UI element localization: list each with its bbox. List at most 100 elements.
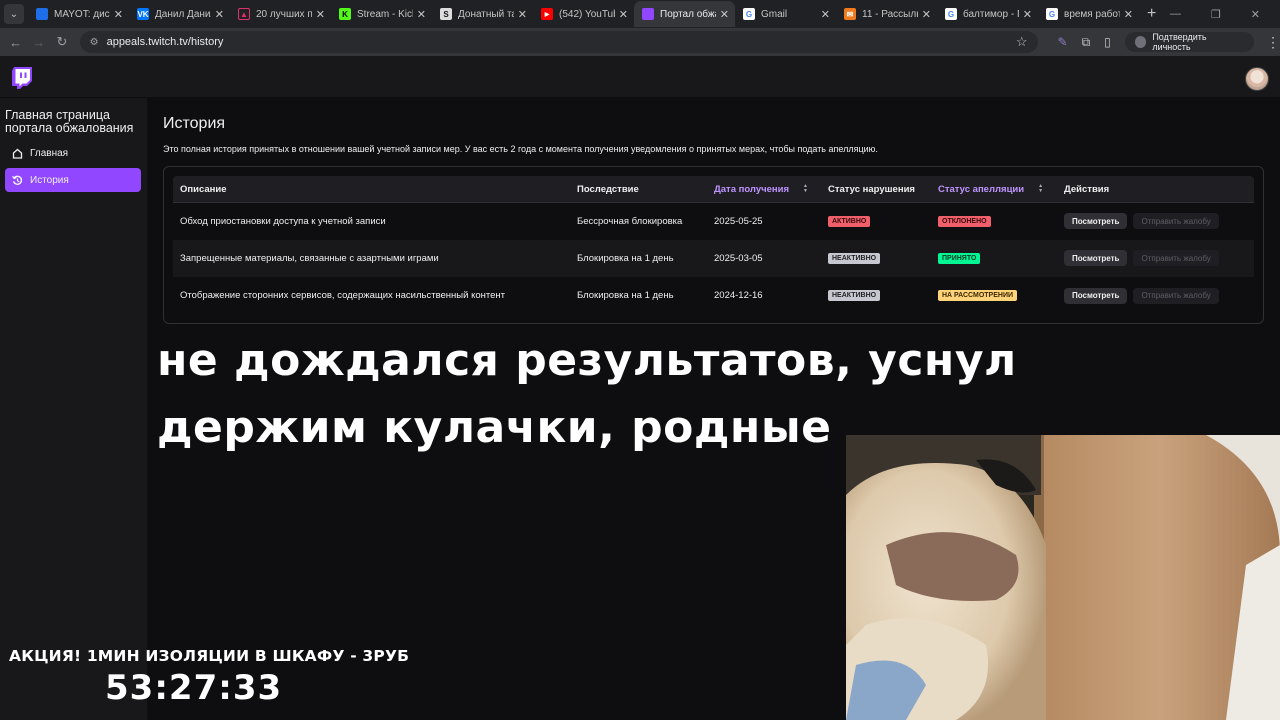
col-header-violation-status: Статус нарушения bbox=[828, 183, 915, 195]
tab-close-icon[interactable]: ✕ bbox=[821, 8, 830, 21]
tab-close-icon[interactable]: ✕ bbox=[922, 8, 931, 21]
table-row: Отображение сторонних сервисов, содержащ… bbox=[173, 277, 1254, 315]
minimize-icon[interactable]: — bbox=[1170, 8, 1181, 21]
violation-status-badge: НЕАКТИВНО bbox=[828, 290, 881, 302]
tab-title: балтимор - По bbox=[963, 8, 1019, 20]
table-row: Обход приостановки доступа к учетной зап… bbox=[173, 202, 1254, 240]
bookmark-star-icon[interactable]: ☆ bbox=[1016, 34, 1028, 50]
twitch-logo-icon[interactable] bbox=[12, 67, 32, 89]
cell-date: 2024-12-16 bbox=[714, 290, 763, 302]
stream-caption-line-2: держим кулачки, родные bbox=[157, 402, 832, 453]
tab-close-icon[interactable]: ✕ bbox=[1124, 8, 1133, 21]
youtube-icon: ▶ bbox=[541, 8, 553, 20]
col-header-description: Описание bbox=[180, 183, 227, 195]
extensions-icon[interactable]: ⧉ bbox=[1082, 35, 1091, 50]
sidebar-item-label: Главная bbox=[30, 147, 69, 159]
verify-label: Подтвердить личность bbox=[1152, 32, 1207, 52]
tab-title: 11 - Рассылки bbox=[862, 8, 918, 20]
violation-status-badge: АКТИВНО bbox=[828, 215, 871, 227]
cell-date: 2025-03-05 bbox=[714, 252, 763, 264]
window-controls: — ❐ ✕ bbox=[1170, 8, 1260, 21]
table-row: Запрещенные материалы, связанные с азарт… bbox=[173, 239, 1254, 277]
browser-tab[interactable]: MAYOT: дискогр ✕ bbox=[28, 1, 129, 27]
tab-favicon-icon bbox=[36, 8, 48, 20]
history-table: Описание Последствие Дата получения ▲ ▼ С… bbox=[173, 176, 1254, 315]
submit-appeal-button[interactable]: Отправить жалобу bbox=[1133, 213, 1219, 230]
cell-consequence: Бессрочная блокировка bbox=[577, 215, 683, 227]
page-title: История bbox=[163, 115, 226, 132]
view-button[interactable]: Посмотреть bbox=[1064, 250, 1128, 267]
tab-title: Донатный тайм bbox=[458, 8, 514, 20]
browser-tab[interactable]: ✉ 11 - Рассылки ✕ bbox=[836, 1, 937, 27]
submit-appeal-button[interactable]: Отправить жалобу bbox=[1133, 287, 1219, 304]
browser-tab[interactable]: ▲ 20 лучших пр ✕ bbox=[230, 1, 331, 27]
browser-tab[interactable]: ▶ (542) YouTube ✕ bbox=[533, 1, 634, 27]
sidebar-item-label: История bbox=[30, 174, 69, 186]
tab-title: Портал обжало bbox=[660, 8, 716, 20]
warning-icon: ▲ bbox=[238, 8, 250, 20]
cell-date: 2025-05-25 bbox=[714, 215, 763, 227]
verify-identity-button[interactable]: Подтвердить личность bbox=[1124, 32, 1254, 52]
browser-tab[interactable]: VK Данил Данилов ✕ bbox=[129, 1, 230, 27]
browser-tab[interactable]: K Stream - Kick ✕ bbox=[331, 1, 432, 27]
sort-icon[interactable]: ▲ ▼ bbox=[1038, 184, 1043, 194]
site-info-icon[interactable]: ⚙ bbox=[90, 37, 99, 48]
cell-description: Запрещенные материалы, связанные с азарт… bbox=[180, 252, 439, 264]
col-header-consequence: Последствие bbox=[577, 183, 639, 195]
appeal-status-badge: ПРИНЯТО bbox=[938, 252, 981, 264]
sidebar-item-history[interactable]: История bbox=[5, 168, 141, 192]
promo-text: АКЦИЯ! 1МИН ИЗОЛЯЦИИ В ШКАФУ - 3РУБ bbox=[9, 647, 410, 665]
tab-close-icon[interactable]: ✕ bbox=[114, 8, 123, 21]
view-button[interactable]: Посмотреть bbox=[1064, 287, 1128, 304]
appeal-status-badge: ОТКЛОНЕНО bbox=[938, 215, 991, 227]
tab-close-icon[interactable]: ✕ bbox=[518, 8, 527, 21]
browser-tab[interactable]: G балтимор - По ✕ bbox=[937, 1, 1038, 27]
twitch-icon bbox=[642, 8, 654, 20]
vk-icon: VK bbox=[137, 8, 149, 20]
sidebar-item-home[interactable]: Главная bbox=[5, 141, 141, 165]
stream-timer: 53:27:33 bbox=[105, 668, 283, 708]
tab-close-icon[interactable]: ✕ bbox=[417, 8, 426, 21]
violation-status-badge: НЕАКТИВНО bbox=[828, 252, 881, 264]
tab-close-icon[interactable]: ✕ bbox=[1023, 8, 1032, 21]
webcam-image bbox=[846, 435, 1280, 720]
browser-tab-strip: ⌄ MAYOT: дискогр ✕ VK Данил Данилов ✕ ▲ … bbox=[0, 0, 1280, 28]
new-tab-icon[interactable]: + bbox=[1147, 5, 1156, 23]
browser-tab[interactable]: S Донатный тайм ✕ bbox=[432, 1, 533, 27]
cell-description: Обход приостановки доступа к учетной зап… bbox=[180, 215, 386, 227]
sidebar-title: Главная страница портала обжалования bbox=[5, 108, 134, 135]
sidepanel-icon[interactable]: ▯ bbox=[1104, 35, 1111, 49]
tab-search-icon[interactable]: ⌄ bbox=[4, 4, 24, 24]
sort-icon[interactable]: ▲ ▼ bbox=[803, 184, 808, 194]
table-header-row: Описание Последствие Дата получения ▲ ▼ С… bbox=[173, 176, 1254, 202]
col-header-date-label: Дата получения bbox=[714, 183, 790, 195]
tab-close-icon[interactable]: ✕ bbox=[720, 8, 729, 21]
col-header-actions: Действия bbox=[1064, 183, 1110, 195]
back-icon[interactable]: ← bbox=[4, 35, 27, 50]
pen-extension-icon[interactable]: ✎ bbox=[1058, 35, 1068, 49]
sidebar: Главная страница портала обжалования Гла… bbox=[0, 98, 147, 720]
browser-tab[interactable]: G Gmail ✕ bbox=[735, 1, 836, 27]
browser-tab-active[interactable]: Портал обжало ✕ bbox=[634, 1, 735, 27]
col-header-appeal-status[interactable]: Статус апелляции ▲ ▼ bbox=[938, 184, 1043, 195]
appeal-status-badge: НА РАССМОТРЕНИИ bbox=[938, 290, 1018, 302]
tab-title: Данил Данилов bbox=[155, 8, 211, 20]
restore-icon[interactable]: ❐ bbox=[1211, 8, 1221, 21]
browser-tab[interactable]: G время работы ✕ bbox=[1038, 1, 1139, 27]
cell-consequence: Блокировка на 1 день bbox=[577, 252, 674, 264]
forward-icon[interactable]: → bbox=[27, 35, 50, 50]
tab-close-icon[interactable]: ✕ bbox=[316, 8, 325, 21]
view-button[interactable]: Посмотреть bbox=[1064, 213, 1128, 230]
user-avatar[interactable] bbox=[1245, 67, 1269, 91]
tab-title: Gmail bbox=[761, 8, 788, 20]
address-bar[interactable]: ⚙ appeals.twitch.tv/history ☆ bbox=[79, 31, 1038, 53]
tab-close-icon[interactable]: ✕ bbox=[619, 8, 628, 21]
cell-description: Отображение сторонних сервисов, содержащ… bbox=[180, 290, 505, 302]
col-header-date[interactable]: Дата получения ▲ ▼ bbox=[714, 184, 808, 195]
browser-menu-icon[interactable]: ⋮ bbox=[1266, 34, 1280, 51]
submit-appeal-button[interactable]: Отправить жалобу bbox=[1133, 250, 1219, 267]
tab-close-icon[interactable]: ✕ bbox=[215, 8, 224, 21]
home-icon bbox=[12, 148, 23, 159]
close-window-icon[interactable]: ✕ bbox=[1251, 8, 1260, 21]
reload-icon[interactable]: ↻ bbox=[50, 34, 73, 50]
